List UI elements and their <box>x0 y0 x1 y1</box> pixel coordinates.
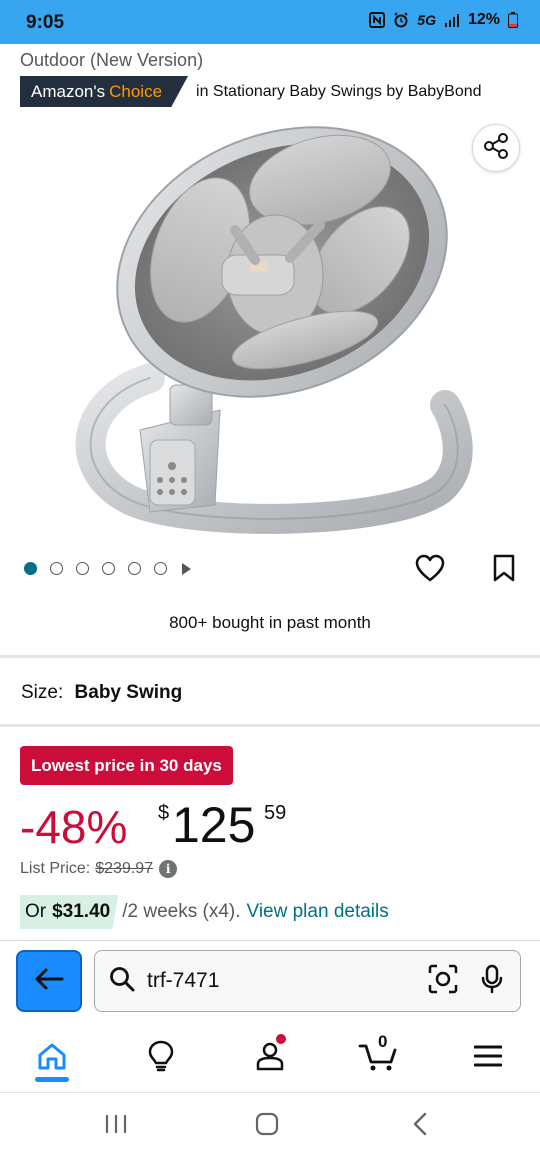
divider <box>0 655 540 658</box>
size-selector[interactable]: Size: Baby Swing <box>21 682 182 704</box>
bought-count: 800+ bought in past month <box>169 613 371 632</box>
signal-icon <box>444 13 460 27</box>
status-icons: 5G 12% <box>369 11 518 29</box>
status-time: 9:05 <box>26 12 65 33</box>
bookmark-icon <box>493 554 515 587</box>
menu-icon <box>473 1045 503 1072</box>
system-back-button[interactable] <box>400 1111 440 1141</box>
nfc-icon <box>369 12 386 28</box>
price-fraction: 59 <box>264 802 287 824</box>
size-value: Baby Swing <box>74 682 183 703</box>
lightbulb-icon <box>148 1040 174 1077</box>
choice-badge-accent: Choice <box>109 81 163 101</box>
nav-account[interactable] <box>240 1030 300 1086</box>
status-bar: 9:05 5G 12% <box>0 0 540 44</box>
plan-terms: /2 weeks (x4). <box>122 901 241 922</box>
chevron-left-icon <box>412 1112 428 1141</box>
nav-cart[interactable]: 0 <box>348 1030 408 1086</box>
size-label: Size: <box>21 682 64 703</box>
share-icon <box>482 132 510 165</box>
active-tab-indicator <box>35 1077 69 1082</box>
network-label: 5G <box>417 12 436 28</box>
plan-prefix: Or <box>25 901 47 922</box>
search-icon <box>109 966 135 997</box>
alarm-icon <box>393 12 409 28</box>
baby-swing-illustration <box>75 126 473 534</box>
battery-level: 12% <box>467 11 500 28</box>
search-input[interactable]: trf-7471 <box>147 969 428 993</box>
payment-plan-pill: Or $31.40 <box>20 895 119 929</box>
search-bar[interactable]: trf-7471 <box>94 950 521 1012</box>
nav-inspire[interactable] <box>131 1030 191 1086</box>
payment-plan-row: Or $31.40 /2 weeks (x4). View plan detai… <box>20 895 389 929</box>
heart-icon <box>415 554 445 587</box>
choice-category[interactable]: in Stationary Baby Swings by BabyBond <box>196 83 482 101</box>
carousel-dot-active[interactable] <box>24 562 37 575</box>
wishlist-button[interactable] <box>412 552 448 588</box>
carousel-dot[interactable] <box>50 562 63 575</box>
home-circle-icon <box>255 1112 279 1141</box>
amazons-choice-badge[interactable]: Amazon's Choice <box>20 76 189 107</box>
account-icon <box>255 1041 285 1076</box>
view-plan-details-link[interactable]: View plan details <box>247 901 389 923</box>
carousel-dot[interactable] <box>154 562 167 575</box>
discount-percent: -48% <box>20 801 128 853</box>
home-system-button[interactable] <box>247 1111 287 1141</box>
carousel-dot[interactable] <box>102 562 115 575</box>
amazons-choice-row[interactable]: Amazon's Choice in Stationary Baby Swing… <box>20 76 482 107</box>
price-whole: 125 <box>172 797 256 853</box>
home-icon <box>37 1042 67 1075</box>
share-button[interactable] <box>472 124 520 172</box>
carousel-dot[interactable] <box>128 562 141 575</box>
list-price-row: List Price: $239.97 i <box>20 860 178 878</box>
notification-dot <box>276 1034 286 1044</box>
nav-menu[interactable] <box>458 1030 518 1086</box>
product-title-line: Outdoor (New Version) <box>20 50 204 70</box>
cart-count: 0 <box>378 1032 388 1051</box>
back-button[interactable] <box>16 950 82 1012</box>
carousel-dot[interactable] <box>76 562 89 575</box>
microphone-icon[interactable] <box>480 964 504 999</box>
product-image[interactable] <box>0 112 540 542</box>
plan-amount: $31.40 <box>52 901 111 922</box>
info-icon[interactable]: i <box>159 860 178 878</box>
list-price-value: $239.97 <box>95 860 154 877</box>
video-play-icon[interactable] <box>182 562 191 575</box>
camera-search-icon[interactable] <box>428 964 458 999</box>
price-currency: $ <box>158 802 170 824</box>
system-navigation-bar <box>0 1092 540 1158</box>
image-carousel-dots[interactable] <box>24 562 191 575</box>
list-price-label: List Price: <box>20 860 91 877</box>
arrow-left-icon <box>34 967 64 996</box>
divider <box>0 724 540 727</box>
recent-apps-button[interactable] <box>96 1111 136 1141</box>
recents-icon <box>104 1113 128 1140</box>
choice-badge-prefix: Amazon's <box>31 81 106 101</box>
bottom-navigation: 0 <box>0 1030 540 1090</box>
battery-icon <box>508 12 518 28</box>
save-button[interactable] <box>486 552 522 588</box>
deal-badge: Lowest price in 30 days <box>20 746 233 785</box>
